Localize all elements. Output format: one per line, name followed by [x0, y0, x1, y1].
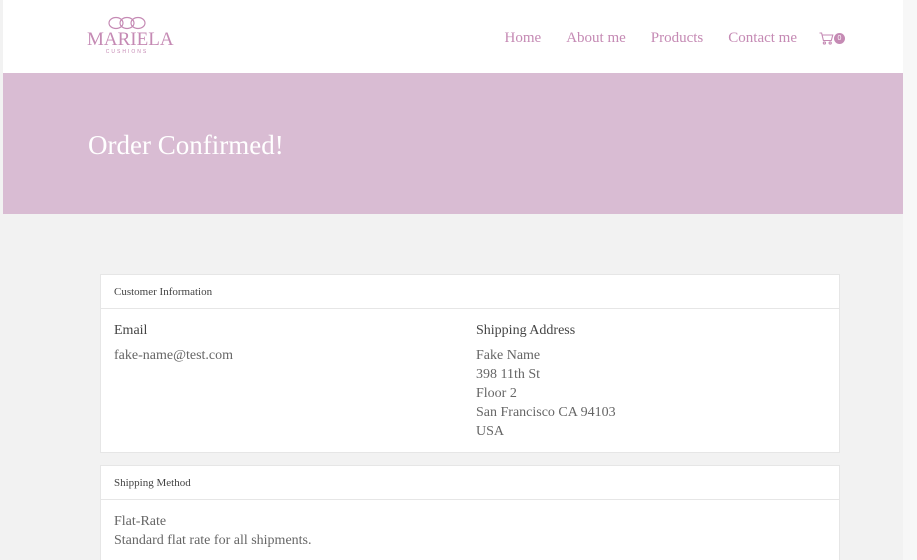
- nav-products[interactable]: Products: [651, 28, 704, 48]
- main-nav: Home About me Products Contact me 0: [480, 28, 845, 48]
- infinity-knot-icon: [108, 16, 146, 30]
- shipping-method-name: Flat-Rate: [114, 514, 167, 529]
- brand-logo[interactable]: MARIELA CUSHIONS: [87, 16, 174, 60]
- email-section: Email fake-name@test.com: [114, 321, 233, 365]
- shipping-method-description: Standard flat rate for all shipments.: [114, 533, 312, 548]
- email-label: Email: [114, 323, 148, 338]
- email-value: fake-name@test.com: [114, 348, 234, 363]
- shopping-cart-icon: [819, 31, 834, 45]
- address-line-country: USA: [476, 424, 505, 439]
- shipping-method-card: Shipping Method Flat-Rate Standard flat …: [100, 465, 840, 560]
- nav-home[interactable]: Home: [505, 28, 542, 48]
- nav-about-me[interactable]: About me: [566, 28, 626, 48]
- customer-information-heading: Customer Information: [101, 275, 839, 309]
- cart-count-badge: 0: [834, 32, 845, 44]
- site-header: MARIELA CUSHIONS Home About me Products …: [3, 0, 903, 73]
- cart-button[interactable]: 0: [819, 31, 845, 45]
- page-banner: Order Confirmed!: [3, 73, 903, 214]
- address-line-floor: Floor 2: [476, 386, 517, 401]
- shipping-method-body: Flat-Rate Standard flat rate for all shi…: [101, 500, 839, 560]
- shipping-method-heading: Shipping Method: [101, 466, 839, 500]
- page: MARIELA CUSHIONS Home About me Products …: [3, 0, 903, 560]
- address-line-street: 398 11th St: [476, 367, 541, 382]
- address-line-city: San Francisco CA 94103: [476, 405, 616, 420]
- page-title: Order Confirmed!: [88, 130, 284, 160]
- page-gutter: [903, 0, 917, 560]
- address-line-name: Fake Name: [476, 348, 541, 363]
- shipping-address-section: Shipping Address Fake Name 398 11th St F…: [476, 321, 616, 441]
- customer-information-card: Customer Information Email fake-name@tes…: [100, 274, 840, 453]
- nav-contact-me[interactable]: Contact me: [728, 28, 797, 48]
- shipping-address-label: Shipping Address: [476, 323, 576, 338]
- brand-name: MARIELA: [87, 29, 174, 50]
